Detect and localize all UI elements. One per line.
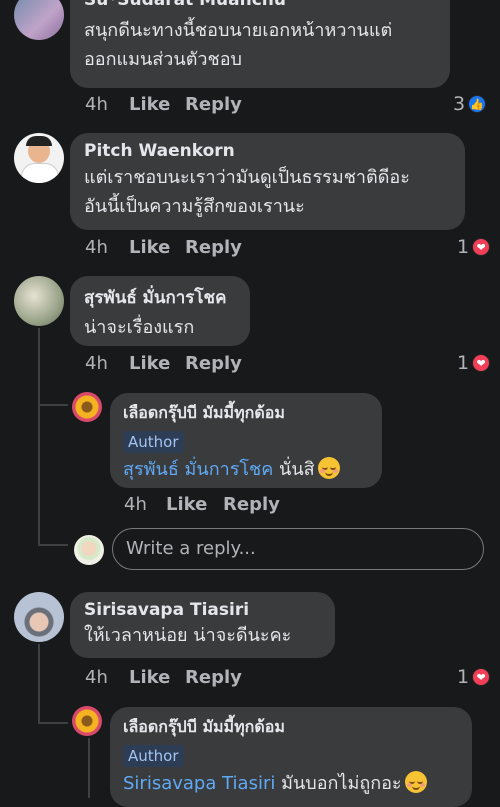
avatar[interactable]	[14, 592, 64, 642]
commenter-name[interactable]: สุรพันธ์ มั่นการโชค	[84, 284, 236, 311]
reaction-summary[interactable]: 1 ❤	[457, 666, 491, 688]
smiling-face-icon	[317, 457, 340, 479]
mention-link[interactable]: สุรพันธ์ มั่นการโชค	[123, 459, 273, 480]
heart-icon: ❤	[472, 354, 491, 372]
reply-text-body: นั่นสิ	[279, 459, 315, 480]
avatar	[74, 535, 104, 565]
reaction-summary[interactable]: 1 ❤	[457, 352, 491, 374]
commenter-name[interactable]: Sirisavapa Tiasiri	[84, 600, 321, 620]
commenter-name[interactable]: Pitch Waenkorn	[84, 141, 451, 161]
reply-text-body: มันบอกไม่ถูกอะ	[281, 773, 402, 794]
comment-bubble: Sirisavapa Tiasiri ให้เวลาหน่อย น่าจะดีน…	[70, 592, 335, 658]
smiling-face-icon	[404, 771, 427, 793]
comment-text: แต่เราชอบนะเราว่ามันดูเป็นธรรมชาติดีอะ	[84, 167, 410, 188]
like-button[interactable]: Like	[166, 494, 207, 515]
heart-icon: ❤	[472, 238, 491, 256]
comment-text: อันนี้เป็นความรู้สึกของเรานะ	[84, 196, 305, 217]
commenter-name[interactable]: เลือดกรุ๊ปบี มัมมี้ทุกด้อม	[123, 715, 459, 740]
mention-link[interactable]: Sirisavapa Tiasiri	[123, 773, 275, 794]
timestamp: 4h	[85, 667, 108, 688]
heart-icon: ❤	[472, 668, 491, 686]
thread-line	[38, 328, 40, 546]
like-button[interactable]: Like	[129, 667, 170, 688]
avatar[interactable]	[72, 706, 102, 736]
comment-text: ให้เวลาหน่อย น่าจะดีนะคะ	[84, 625, 292, 646]
avatar[interactable]	[14, 276, 64, 326]
reply-button[interactable]: Reply	[185, 353, 242, 374]
timestamp: 4h	[85, 94, 108, 115]
timestamp: 4h	[124, 494, 147, 515]
comment-actions: 4h Like Reply	[85, 94, 285, 118]
like-button[interactable]: Like	[129, 237, 170, 258]
avatar[interactable]	[14, 0, 64, 40]
thread-connector	[38, 544, 68, 546]
comment-bubble: Su*Sudarat Muanchu สนุกดีนะทางนี้ชอบนายเ…	[70, 0, 450, 88]
reaction-count: 1	[457, 236, 470, 258]
timestamp: 4h	[85, 237, 108, 258]
like-button[interactable]: Like	[129, 353, 170, 374]
thread-connector	[38, 722, 68, 724]
author-badge: Author	[123, 745, 184, 767]
comment-text: น่าจะเรื่องแรก	[84, 317, 195, 338]
reply-text: Sirisavapa Tiasiri มันบอกไม่ถูกอะ	[123, 769, 459, 798]
comment-bubble: Pitch Waenkorn แต่เราชอบนะเราว่ามันดูเป็…	[70, 133, 465, 230]
avatar[interactable]	[72, 392, 102, 422]
comment-text: ออกแมนส่วนตัวชอบ	[84, 49, 242, 70]
comment-actions: 4h Like Reply	[85, 237, 285, 261]
reply-input-placeholder: Write a reply...	[126, 538, 256, 559]
thread-line	[38, 644, 40, 724]
reply-bubble: เลือดกรุ๊ปบี มัมมี้ทุกด้อม Author สุรพัน…	[110, 393, 382, 488]
commenter-name[interactable]: เลือดกรุ๊ปบี มัมมี้ทุกด้อม	[123, 401, 369, 426]
reply-text: สุรพันธ์ มั่นการโชค นั่นสิ	[123, 455, 369, 484]
reply-input[interactable]: Write a reply...	[112, 528, 484, 570]
reply-button[interactable]: Reply	[185, 667, 242, 688]
reaction-count: 1	[457, 666, 470, 688]
comment-actions: 4h Like Reply	[85, 667, 285, 691]
reply-button[interactable]: Reply	[223, 494, 280, 515]
comment-actions: 4h Like Reply	[85, 353, 285, 377]
timestamp: 4h	[85, 353, 108, 374]
reply-button[interactable]: Reply	[185, 94, 242, 115]
reply-button[interactable]: Reply	[185, 237, 242, 258]
like-button[interactable]: Like	[129, 94, 170, 115]
comment-text: สนุกดีนะทางนี้ชอบนายเอกหน้าหวานแต่	[84, 20, 393, 41]
author-badge: Author	[123, 431, 184, 453]
thumbs-up-icon: 👍	[468, 95, 487, 113]
reaction-count: 3	[453, 93, 466, 115]
thread-connector	[38, 404, 68, 406]
thread-line	[88, 738, 90, 798]
comment-bubble: สุรพันธ์ มั่นการโชค น่าจะเรื่องแรก	[70, 276, 250, 346]
reaction-summary[interactable]: 3 👍	[453, 93, 487, 115]
reply-bubble: เลือดกรุ๊ปบี มัมมี้ทุกด้อม Author Sirisa…	[110, 707, 472, 807]
reaction-count: 1	[457, 352, 470, 374]
reaction-summary[interactable]: 1 ❤	[457, 236, 491, 258]
avatar[interactable]	[14, 133, 64, 183]
reply-actions: 4h Like Reply	[124, 494, 324, 518]
commenter-name[interactable]: Su*Sudarat Muanchu	[84, 0, 436, 10]
